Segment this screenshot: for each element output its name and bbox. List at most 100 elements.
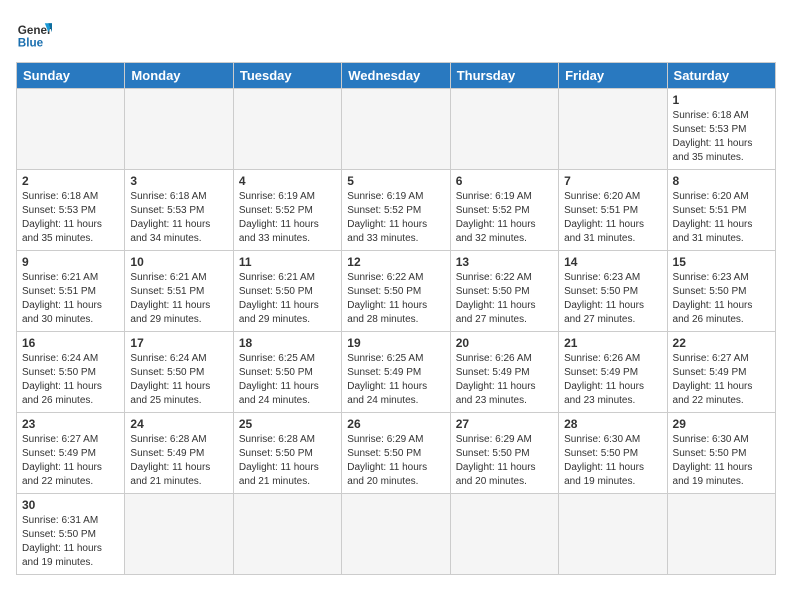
day-info: Sunrise: 6:27 AMSunset: 5:49 PMDaylight:… [673, 352, 770, 408]
calendar-table: SundayMondayTuesdayWednesdayThursdayFrid… [16, 62, 776, 575]
day-number: 22 [673, 336, 770, 350]
calendar-day-cell: 17 Sunrise: 6:24 AMSunset: 5:50 PMDayligh… [125, 332, 233, 413]
day-number: 4 [239, 174, 336, 188]
calendar-day-cell: 29 Sunrise: 6:30 AMSunset: 5:50 PMDayligh… [667, 413, 775, 494]
weekday-header-wednesday: Wednesday [342, 63, 450, 89]
day-number: 5 [347, 174, 444, 188]
calendar-day-cell: 28Sunrise: 6:30 AMSunset: 5:50 PMDayligh… [559, 413, 667, 494]
day-info: Sunrise: 6:18 AMSunset: 5:53 PMDaylight:… [130, 190, 227, 246]
day-info: Sunrise: 6:23 AMSunset: 5:50 PMDaylight:… [673, 271, 770, 327]
day-info: Sunrise: 6:30 AMSunset: 5:50 PMDaylight:… [673, 433, 770, 489]
calendar-day-cell: 25 Sunrise: 6:28 AMSunset: 5:50 PMDayligh… [233, 413, 341, 494]
calendar-day-cell: 22 Sunrise: 6:27 AMSunset: 5:49 PMDayligh… [667, 332, 775, 413]
day-number: 30 [22, 498, 119, 512]
calendar-day-cell: 12 Sunrise: 6:22 AMSunset: 5:50 PMDayligh… [342, 251, 450, 332]
calendar-day-cell: 11Sunrise: 6:21 AMSunset: 5:50 PMDayligh… [233, 251, 341, 332]
calendar-day-cell [125, 89, 233, 170]
calendar-week-row: 2 Sunrise: 6:18 AMSunset: 5:53 PMDaylight… [17, 170, 776, 251]
day-number: 13 [456, 255, 553, 269]
day-info: Sunrise: 6:20 AMSunset: 5:51 PMDaylight:… [673, 190, 770, 246]
day-number: 7 [564, 174, 661, 188]
day-info: Sunrise: 6:21 AMSunset: 5:51 PMDaylight:… [22, 271, 119, 327]
day-number: 17 [130, 336, 227, 350]
day-number: 6 [456, 174, 553, 188]
calendar-day-cell: 21 Sunrise: 6:26 AMSunset: 5:49 PMDayligh… [559, 332, 667, 413]
day-info: Sunrise: 6:29 AMSunset: 5:50 PMDaylight:… [347, 433, 444, 489]
day-number: 9 [22, 255, 119, 269]
weekday-header-monday: Monday [125, 63, 233, 89]
calendar-day-cell [233, 494, 341, 575]
day-info: Sunrise: 6:24 AMSunset: 5:50 PMDaylight:… [130, 352, 227, 408]
day-info: Sunrise: 6:22 AMSunset: 5:50 PMDaylight:… [347, 271, 444, 327]
day-info: Sunrise: 6:24 AMSunset: 5:50 PMDaylight:… [22, 352, 119, 408]
day-info: Sunrise: 6:21 AMSunset: 5:51 PMDaylight:… [130, 271, 227, 327]
calendar-week-row: 1Sunrise: 6:18 AMSunset: 5:53 PMDaylight… [17, 89, 776, 170]
day-number: 3 [130, 174, 227, 188]
day-number: 25 [239, 417, 336, 431]
calendar-week-row: 30 Sunrise: 6:31 AMSunset: 5:50 PMDayligh… [17, 494, 776, 575]
day-info: Sunrise: 6:23 AMSunset: 5:50 PMDaylight:… [564, 271, 661, 327]
day-info: Sunrise: 6:28 AMSunset: 5:49 PMDaylight:… [130, 433, 227, 489]
day-number: 12 [347, 255, 444, 269]
calendar-day-cell: 8 Sunrise: 6:20 AMSunset: 5:51 PMDaylight… [667, 170, 775, 251]
calendar-day-cell [450, 89, 558, 170]
calendar-day-cell: 24 Sunrise: 6:28 AMSunset: 5:49 PMDayligh… [125, 413, 233, 494]
calendar-day-cell: 2 Sunrise: 6:18 AMSunset: 5:53 PMDaylight… [17, 170, 125, 251]
weekday-header-friday: Friday [559, 63, 667, 89]
calendar-day-cell: 30 Sunrise: 6:31 AMSunset: 5:50 PMDayligh… [17, 494, 125, 575]
calendar-day-cell: 26 Sunrise: 6:29 AMSunset: 5:50 PMDayligh… [342, 413, 450, 494]
calendar-day-cell: 10 Sunrise: 6:21 AMSunset: 5:51 PMDayligh… [125, 251, 233, 332]
day-number: 26 [347, 417, 444, 431]
calendar-day-cell: 16 Sunrise: 6:24 AMSunset: 5:50 PMDayligh… [17, 332, 125, 413]
day-number: 29 [673, 417, 770, 431]
calendar-week-row: 16 Sunrise: 6:24 AMSunset: 5:50 PMDayligh… [17, 332, 776, 413]
logo: General Blue [16, 16, 52, 52]
svg-text:Blue: Blue [18, 37, 44, 50]
calendar-week-row: 9 Sunrise: 6:21 AMSunset: 5:51 PMDaylight… [17, 251, 776, 332]
calendar-day-cell: 14 Sunrise: 6:23 AMSunset: 5:50 PMDayligh… [559, 251, 667, 332]
day-number: 16 [22, 336, 119, 350]
weekday-header-row: SundayMondayTuesdayWednesdayThursdayFrid… [17, 63, 776, 89]
day-info: Sunrise: 6:21 AMSunset: 5:50 PMDaylight:… [239, 271, 336, 327]
day-info: Sunrise: 6:18 AMSunset: 5:53 PMDaylight:… [22, 190, 119, 246]
weekday-header-tuesday: Tuesday [233, 63, 341, 89]
calendar-day-cell [233, 89, 341, 170]
calendar-day-cell [559, 494, 667, 575]
calendar-day-cell: 20Sunrise: 6:26 AMSunset: 5:49 PMDayligh… [450, 332, 558, 413]
day-number: 8 [673, 174, 770, 188]
calendar-day-cell: 19 Sunrise: 6:25 AMSunset: 5:49 PMDayligh… [342, 332, 450, 413]
calendar-day-cell: 5Sunrise: 6:19 AMSunset: 5:52 PMDaylight… [342, 170, 450, 251]
day-number: 23 [22, 417, 119, 431]
day-number: 10 [130, 255, 227, 269]
day-number: 21 [564, 336, 661, 350]
calendar-day-cell [450, 494, 558, 575]
calendar-day-cell: 27 Sunrise: 6:29 AMSunset: 5:50 PMDayligh… [450, 413, 558, 494]
page-header: General Blue [16, 16, 776, 52]
calendar-day-cell: 13Sunrise: 6:22 AMSunset: 5:50 PMDayligh… [450, 251, 558, 332]
weekday-header-saturday: Saturday [667, 63, 775, 89]
day-number: 15 [673, 255, 770, 269]
day-info: Sunrise: 6:31 AMSunset: 5:50 PMDaylight:… [22, 514, 119, 570]
day-number: 2 [22, 174, 119, 188]
calendar-day-cell [125, 494, 233, 575]
day-number: 27 [456, 417, 553, 431]
day-info: Sunrise: 6:28 AMSunset: 5:50 PMDaylight:… [239, 433, 336, 489]
calendar-day-cell: 15 Sunrise: 6:23 AMSunset: 5:50 PMDayligh… [667, 251, 775, 332]
day-number: 20 [456, 336, 553, 350]
calendar-day-cell [342, 494, 450, 575]
day-info: Sunrise: 6:18 AMSunset: 5:53 PMDaylight:… [673, 109, 770, 165]
calendar-day-cell [559, 89, 667, 170]
day-info: Sunrise: 6:29 AMSunset: 5:50 PMDaylight:… [456, 433, 553, 489]
weekday-header-thursday: Thursday [450, 63, 558, 89]
day-info: Sunrise: 6:25 AMSunset: 5:50 PMDaylight:… [239, 352, 336, 408]
day-info: Sunrise: 6:26 AMSunset: 5:49 PMDaylight:… [564, 352, 661, 408]
calendar-day-cell: 3 Sunrise: 6:18 AMSunset: 5:53 PMDaylight… [125, 170, 233, 251]
day-info: Sunrise: 6:25 AMSunset: 5:49 PMDaylight:… [347, 352, 444, 408]
day-info: Sunrise: 6:27 AMSunset: 5:49 PMDaylight:… [22, 433, 119, 489]
day-number: 14 [564, 255, 661, 269]
calendar-day-cell: 4Sunrise: 6:19 AMSunset: 5:52 PMDaylight… [233, 170, 341, 251]
calendar-day-cell: 1Sunrise: 6:18 AMSunset: 5:53 PMDaylight… [667, 89, 775, 170]
day-number: 24 [130, 417, 227, 431]
day-number: 18 [239, 336, 336, 350]
day-number: 19 [347, 336, 444, 350]
